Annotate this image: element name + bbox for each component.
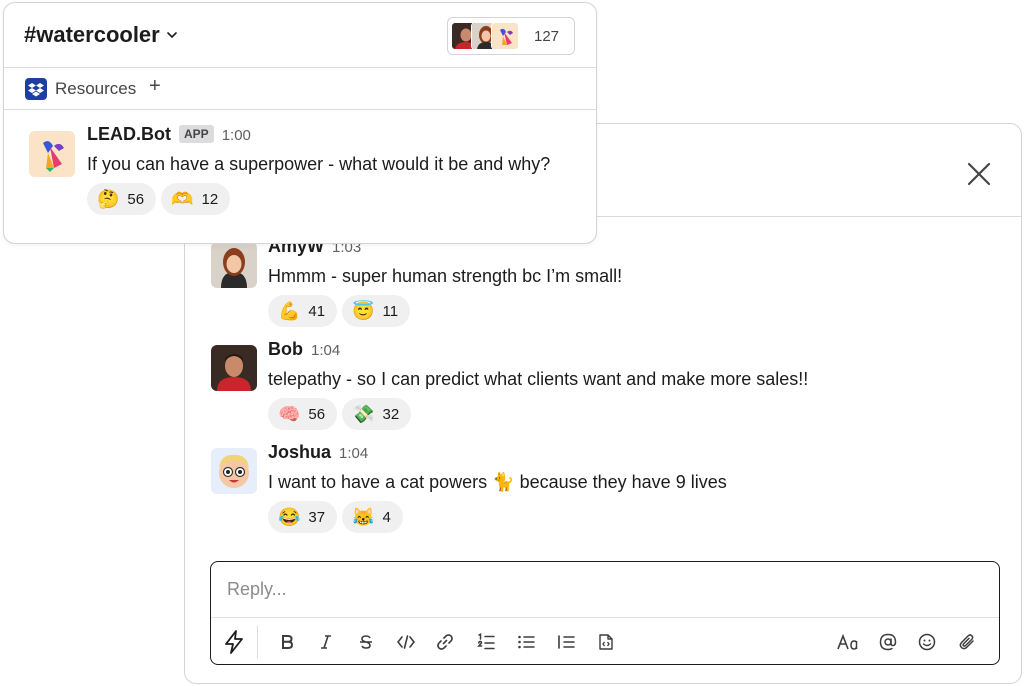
message-text: Hmmm - super human strength bc I’m small… bbox=[268, 266, 623, 286]
reaction-pill[interactable]: 💸 32 bbox=[342, 398, 412, 430]
emoji-icon bbox=[918, 633, 936, 651]
avatar[interactable] bbox=[211, 345, 257, 391]
attach-button[interactable] bbox=[954, 629, 980, 655]
bookmark-resources[interactable]: Resources bbox=[25, 78, 136, 100]
message-text-end: because they have 9 lives bbox=[519, 472, 727, 492]
reaction-count: 32 bbox=[382, 405, 400, 423]
reaction-count: 12 bbox=[201, 190, 219, 208]
reaction-pill[interactable]: 🤔 56 bbox=[87, 183, 157, 215]
code-icon bbox=[397, 635, 415, 649]
emoji-button[interactable] bbox=[914, 629, 940, 655]
reply-input[interactable] bbox=[211, 562, 999, 617]
dropbox-icon bbox=[25, 78, 47, 100]
close-icon bbox=[967, 162, 991, 186]
reaction-count: 56 bbox=[127, 190, 145, 208]
app-badge: APP bbox=[179, 125, 214, 143]
link-icon bbox=[437, 634, 453, 650]
italic-button[interactable] bbox=[313, 629, 339, 655]
message-author[interactable]: Joshua bbox=[268, 442, 331, 463]
strikethrough-icon bbox=[360, 635, 372, 649]
mention-icon bbox=[879, 633, 897, 651]
blockquote-button[interactable] bbox=[553, 629, 579, 655]
bold-icon bbox=[282, 635, 294, 649]
avatar[interactable] bbox=[211, 242, 257, 288]
heart-hands-emoji: 🫶 bbox=[171, 189, 194, 209]
reactions: 💪 41 😇 11 bbox=[268, 295, 622, 327]
cat-emoji: 🐈 bbox=[492, 472, 515, 492]
message-author[interactable]: Bob bbox=[268, 339, 303, 360]
reactions: 🤔 56 🫶 12 bbox=[87, 183, 550, 215]
mention-button[interactable] bbox=[875, 629, 901, 655]
channel-card: #watercooler 127 Resources + LEAD.Bot AP… bbox=[3, 2, 597, 244]
cat-tears-of-joy-emoji: 😹 bbox=[352, 507, 375, 527]
code-block-icon bbox=[599, 634, 613, 650]
message-author[interactable]: LEAD.Bot bbox=[87, 124, 171, 145]
code-button[interactable] bbox=[393, 629, 419, 655]
strikethrough-button[interactable] bbox=[353, 629, 379, 655]
link-button[interactable] bbox=[432, 629, 458, 655]
brain-emoji: 🧠 bbox=[278, 404, 301, 424]
thinking-face-emoji: 🤔 bbox=[97, 189, 120, 209]
money-wings-emoji: 💸 bbox=[352, 404, 375, 424]
reaction-pill[interactable]: 😹 4 bbox=[342, 501, 403, 533]
bot-avatar[interactable] bbox=[29, 131, 75, 177]
toolbar-divider bbox=[257, 626, 258, 658]
chevron-down-icon bbox=[166, 32, 177, 39]
attach-icon bbox=[959, 634, 974, 650]
member-list-button[interactable]: 127 bbox=[447, 17, 575, 55]
avatar[interactable] bbox=[211, 448, 257, 494]
member-count: 127 bbox=[534, 28, 560, 45]
reaction-count: 4 bbox=[382, 508, 391, 526]
reaction-count: 37 bbox=[308, 508, 326, 526]
formatting-button[interactable] bbox=[833, 629, 863, 655]
reaction-pill[interactable]: 💪 41 bbox=[268, 295, 338, 327]
message-text: If you can have a superpower - what woul… bbox=[87, 154, 551, 174]
composer-toolbar bbox=[211, 617, 999, 664]
message-text-start: I want to have a cat powers bbox=[268, 472, 488, 492]
reply-composer bbox=[210, 561, 1000, 665]
bullet-list-button[interactable] bbox=[513, 629, 539, 655]
reaction-pill[interactable]: 😇 11 bbox=[342, 295, 411, 327]
reaction-count: 56 bbox=[308, 405, 326, 423]
message-time[interactable]: 1:04 bbox=[339, 445, 368, 462]
close-thread-button[interactable] bbox=[965, 160, 993, 188]
ordered-list-button[interactable] bbox=[473, 629, 499, 655]
reactions: 😂 37 😹 4 bbox=[268, 501, 727, 533]
reactions: 🧠 56 💸 32 bbox=[268, 398, 808, 430]
bookmark-label: Resources bbox=[55, 79, 137, 98]
channel-name-button[interactable]: #watercooler bbox=[24, 22, 178, 48]
bullet-list-icon bbox=[518, 635, 535, 649]
ordered-list-icon bbox=[477, 633, 495, 650]
formatting-icon bbox=[837, 634, 858, 650]
reaction-pill[interactable]: 😂 37 bbox=[268, 501, 338, 533]
reaction-count: 11 bbox=[382, 302, 399, 320]
halo-face-emoji: 😇 bbox=[352, 301, 375, 321]
lightning-icon bbox=[225, 630, 243, 654]
blockquote-icon bbox=[558, 635, 575, 649]
bookmarks-bar: Resources + bbox=[4, 67, 596, 110]
message-time[interactable]: 1:04 bbox=[311, 342, 340, 359]
tears-of-joy-emoji: 😂 bbox=[278, 507, 301, 527]
bold-button[interactable] bbox=[274, 629, 300, 655]
reaction-pill[interactable]: 🫶 12 bbox=[161, 183, 231, 215]
message-text: telepathy - so I can predict what client… bbox=[268, 369, 809, 389]
message-text: I want to have a cat powers 🐈 because th… bbox=[268, 470, 727, 494]
flexed-biceps-emoji: 💪 bbox=[278, 301, 301, 321]
reaction-count: 41 bbox=[308, 302, 326, 320]
channel-name: #watercooler bbox=[24, 22, 160, 47]
message-time[interactable]: 1:00 bbox=[222, 127, 251, 144]
add-bookmark-button[interactable]: + bbox=[149, 75, 161, 98]
member-avatar bbox=[491, 22, 519, 50]
shortcuts-button[interactable] bbox=[221, 629, 247, 655]
reaction-pill[interactable]: 🧠 56 bbox=[268, 398, 338, 430]
code-block-button[interactable] bbox=[593, 629, 619, 655]
italic-icon bbox=[321, 635, 331, 649]
